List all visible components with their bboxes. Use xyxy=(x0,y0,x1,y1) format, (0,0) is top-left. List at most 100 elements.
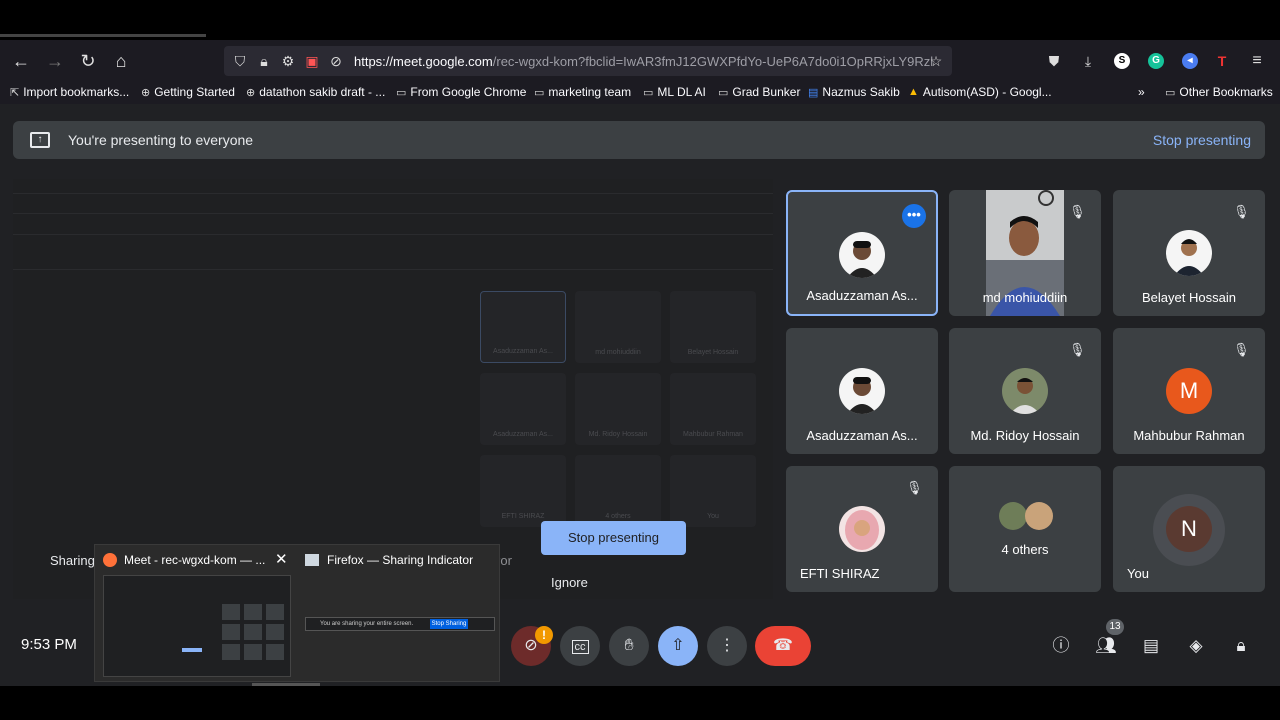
warning-badge-icon: ! xyxy=(535,626,553,644)
extension-s-icon[interactable]: S xyxy=(1114,53,1130,69)
mirror-tile-label: EFTI SHIRAZ xyxy=(501,513,545,520)
permissions-icon[interactable]: ⚙ xyxy=(276,53,300,70)
participant-name: EFTI SHIRAZ xyxy=(800,566,880,581)
url-text[interactable]: https://meet.google.com/rec-wgxd-kom?fbc… xyxy=(354,54,934,69)
camera-blocked-icon[interactable]: ⊘ xyxy=(324,53,348,70)
participant-name: Md. Ridoy Hossain xyxy=(970,428,1080,443)
participant-tile[interactable]: M 🎙︎ Mahbubur Rahman xyxy=(1113,328,1265,454)
preview-title-sharing-indicator[interactable]: Firefox — Sharing Indicator xyxy=(327,553,473,567)
participant-tile[interactable]: 🎙︎ Md. Ridoy Hossain xyxy=(949,328,1101,454)
bookmark-import[interactable]: ⇱ Import bookmarks... xyxy=(10,85,129,99)
presenting-banner-text: You're presenting to everyone xyxy=(68,132,254,148)
shield-icon[interactable]: ⛉ xyxy=(228,53,252,70)
participant-tile[interactable]: ••• Asaduzzaman As... xyxy=(786,190,938,316)
bookmark-nazmus-sakib[interactable]: ▤ Nazmus Sakib xyxy=(808,85,900,99)
forward-arrow-icon[interactable]: → xyxy=(44,50,66,72)
window-icon xyxy=(305,554,319,566)
others-count-label: 4 others xyxy=(1001,542,1049,557)
bookmark-grad-bunker[interactable]: ▭ Grad Bunker xyxy=(718,85,800,99)
menu-icon[interactable]: ≡ xyxy=(1246,50,1268,72)
bookmark-getting-started[interactable]: ⊕ Getting Started xyxy=(141,85,235,99)
bookmarks-bar: ⇱ Import bookmarks... ⊕ Getting Started ⊕ d… xyxy=(0,82,1280,104)
taskbar-preview-popup: Meet - rec-wgxd-kom — ... ✕ Firefox — Sh… xyxy=(94,544,500,682)
globe-icon: ⊕ xyxy=(246,86,256,99)
participant-letter-avatar: N xyxy=(1166,506,1212,552)
bookmark-from-google-chrome[interactable]: ▭ From Google Chrome xyxy=(396,85,526,99)
mirror-rowline xyxy=(13,193,773,194)
folder-icon: ▭ xyxy=(718,86,729,99)
preview-title-meet[interactable]: Meet - rec-wgxd-kom — ... xyxy=(124,553,265,567)
sharing-indicator-text: You are sharing your entire screen. xyxy=(320,621,414,627)
bookmark-datathon[interactable]: ⊕ datathon sakib draft - ... xyxy=(246,85,385,99)
avatar-letter: M xyxy=(1179,378,1199,403)
extension-t-icon[interactable]: T xyxy=(1211,50,1233,72)
avatar-letter: N xyxy=(1181,516,1197,541)
mirror-tile: Mahbubur Rahman xyxy=(670,373,756,445)
mirror-tile: 4 others xyxy=(575,455,661,527)
participant-name: Mahbubur Rahman xyxy=(1133,428,1245,443)
mirror-tile-label: Asaduzzaman As... xyxy=(493,348,553,355)
host-controls-lock-icon[interactable]: 🔒︎ xyxy=(1229,634,1253,658)
participant-avatar xyxy=(839,506,885,552)
folder-icon: ▭ xyxy=(396,86,407,99)
bookmark-star-icon[interactable]: ☆ xyxy=(924,53,948,70)
preview-thumbnail-meet[interactable] xyxy=(103,575,291,677)
overflow-label: » xyxy=(1138,85,1145,99)
url-bar[interactable]: ⛉ 🔒︎ ⚙ ▣ ⊘ https://meet.google.com/rec-w… xyxy=(224,46,952,76)
thumb-tile xyxy=(222,604,240,620)
participant-tile[interactable]: 🎙︎ md mohiuddiin xyxy=(949,190,1101,316)
others-avatar-1 xyxy=(999,502,1027,530)
reload-icon[interactable]: ↻ xyxy=(77,50,99,72)
participant-tile[interactable]: 4 others xyxy=(949,466,1101,592)
back-arrow-icon[interactable]: ← xyxy=(10,50,32,72)
horizontal-scrollbar[interactable] xyxy=(252,683,320,686)
ignore-button[interactable]: Ignore xyxy=(551,575,588,590)
meeting-details-icon[interactable]: ⓘ xyxy=(1049,634,1073,658)
close-icon[interactable]: ✕ xyxy=(275,550,288,568)
mirror-tile: md mohiuddiin xyxy=(575,291,661,363)
url-path: /rec-wgxd-kom?fbclid=IwAR3fmJ12GWXPfdYo-… xyxy=(492,53,934,69)
others-avatar-2 xyxy=(1025,502,1053,530)
lock-icon[interactable]: 🔒︎ xyxy=(252,53,276,70)
mirror-tile: Belayet Hossain xyxy=(670,291,756,363)
participant-name: Asaduzzaman As... xyxy=(806,288,918,303)
captions-button[interactable]: cc xyxy=(560,626,600,666)
tab-indicator xyxy=(0,34,206,37)
pocket-icon[interactable]: ⛊ xyxy=(1043,50,1065,72)
raise-hand-button[interactable]: ✋︎ xyxy=(609,626,649,666)
more-options-icon[interactable]: ••• xyxy=(902,204,926,228)
sharing-label: Sharing xyxy=(50,553,95,568)
mic-off-icon: 🎙︎ xyxy=(1069,342,1086,357)
bookmarks-overflow-chevron-icon[interactable]: » xyxy=(1138,85,1145,99)
other-bookmarks[interactable]: ▭ Other Bookmarks xyxy=(1165,85,1273,99)
bookmark-marketing-team[interactable]: ▭ marketing team xyxy=(534,85,631,99)
mirror-tile: Asaduzzaman As... xyxy=(480,373,566,445)
home-icon[interactable]: ⌂ xyxy=(110,50,132,72)
more-options-button[interactable]: ⋮ xyxy=(707,626,747,666)
extension-arrow-icon[interactable]: ◂ xyxy=(1182,53,1198,69)
people-icon[interactable]: 👥︎ xyxy=(1094,634,1118,658)
present-now-button[interactable]: ⇧ xyxy=(658,626,698,666)
preview-thumbnail-sharing-indicator[interactable]: You are sharing your entire screen. Stop… xyxy=(305,617,495,631)
leave-call-button[interactable]: ☎ xyxy=(755,626,811,666)
bookmark-label: Import bookmarks... xyxy=(23,85,130,99)
stop-presenting-button[interactable]: Stop presenting xyxy=(541,521,686,555)
mic-off-icon: 🎙︎ xyxy=(906,480,923,495)
participant-tile[interactable]: Asaduzzaman As... xyxy=(786,328,938,454)
download-icon[interactable]: ⤓ xyxy=(1077,50,1099,72)
bookmark-autisom[interactable]: ▲ Autisom(ASD) - Googl... xyxy=(908,85,1052,99)
chat-icon[interactable]: ▤ xyxy=(1139,634,1163,658)
grammarly-icon[interactable]: G xyxy=(1148,53,1164,69)
participant-tile[interactable]: 🎙︎ Belayet Hossain xyxy=(1113,190,1265,316)
other-bookmarks-label: Other Bookmarks xyxy=(1179,85,1273,99)
participant-tile[interactable]: 🎙︎ EFTI SHIRAZ xyxy=(786,466,938,592)
activities-icon[interactable]: ◈ xyxy=(1184,634,1208,658)
mirror-tile-label: Mahbubur Rahman xyxy=(683,431,743,438)
banner-stop-presenting-link[interactable]: Stop presenting xyxy=(1153,132,1251,148)
bookmark-ml-dl-ai[interactable]: ▭ ML DL AI xyxy=(643,85,706,99)
participant-tile-self[interactable]: N You xyxy=(1113,466,1265,592)
participant-avatar xyxy=(839,232,885,278)
import-icon: ⇱ xyxy=(10,86,20,99)
thumb-tile xyxy=(222,644,240,660)
screen-share-indicator-icon[interactable]: ▣ xyxy=(300,53,324,70)
